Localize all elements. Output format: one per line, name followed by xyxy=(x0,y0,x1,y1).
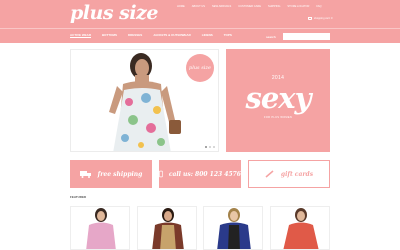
search-input[interactable] xyxy=(283,33,330,40)
call-us-banner[interactable]: call us: 800 123 4576 xyxy=(159,160,241,188)
product-thumb[interactable] xyxy=(203,206,263,250)
hero-slider[interactable]: plus size xyxy=(70,49,219,152)
top-link-shipping[interactable]: shipping xyxy=(268,5,280,8)
cart-icon xyxy=(308,17,312,20)
product-image xyxy=(217,208,251,249)
top-links: home about us new arrivals customer care… xyxy=(177,5,322,8)
product-thumb[interactable] xyxy=(270,206,330,250)
top-link-store-locator[interactable]: store locator xyxy=(287,5,309,8)
free-shipping-banner[interactable]: free shipping xyxy=(70,160,152,188)
product-thumb[interactable] xyxy=(70,206,130,250)
nav-item-active-wear[interactable]: active wear xyxy=(70,33,91,37)
phone-icon xyxy=(159,170,163,178)
slider-badge: plus size xyxy=(186,54,214,82)
cart-label: shopping cart: 0 xyxy=(314,17,333,20)
product-image xyxy=(152,208,184,249)
site-header: plus size home about us new arrivals cus… xyxy=(0,0,400,43)
product-image xyxy=(86,208,116,249)
gift-cards-banner[interactable]: gift cards xyxy=(248,160,330,188)
promo-headline: sexy xyxy=(245,81,312,115)
nav-item-jackets[interactable]: jackets & outerwear xyxy=(153,33,190,37)
nav-item-dresses[interactable]: dresses xyxy=(128,33,142,37)
site-logo[interactable]: plus size xyxy=(70,2,158,24)
top-link-about[interactable]: about us xyxy=(192,5,205,8)
free-shipping-text: free shipping xyxy=(97,170,143,178)
search-label: search xyxy=(266,35,276,39)
top-link-faq[interactable]: faq xyxy=(316,5,321,8)
product-thumb[interactable] xyxy=(137,206,197,250)
call-us-text: call us: 800 123 4576 xyxy=(168,170,241,178)
top-link-new-arrivals[interactable]: new arrivals xyxy=(212,5,231,8)
cart-link[interactable]: shopping cart: 0 xyxy=(308,17,332,20)
truck-icon xyxy=(79,171,91,178)
nav-item-linens[interactable]: linens xyxy=(202,33,213,37)
product-image xyxy=(283,208,319,249)
featured-heading: featured xyxy=(70,195,87,199)
pen-icon xyxy=(265,170,274,178)
top-link-customer-care[interactable]: customer care xyxy=(238,5,261,8)
slider-dots[interactable] xyxy=(205,146,215,148)
gift-cards-text: gift cards xyxy=(280,170,314,178)
main-nav: active wear bottoms dresses jackets & ou… xyxy=(0,28,400,43)
nav-item-tops[interactable]: tops xyxy=(224,33,232,37)
promo-banner[interactable]: 2014 sexy for plus women xyxy=(226,49,330,152)
promo-subtitle: for plus women xyxy=(263,116,293,119)
top-link-home[interactable]: home xyxy=(177,5,185,8)
nav-item-bottoms[interactable]: bottoms xyxy=(102,33,117,37)
